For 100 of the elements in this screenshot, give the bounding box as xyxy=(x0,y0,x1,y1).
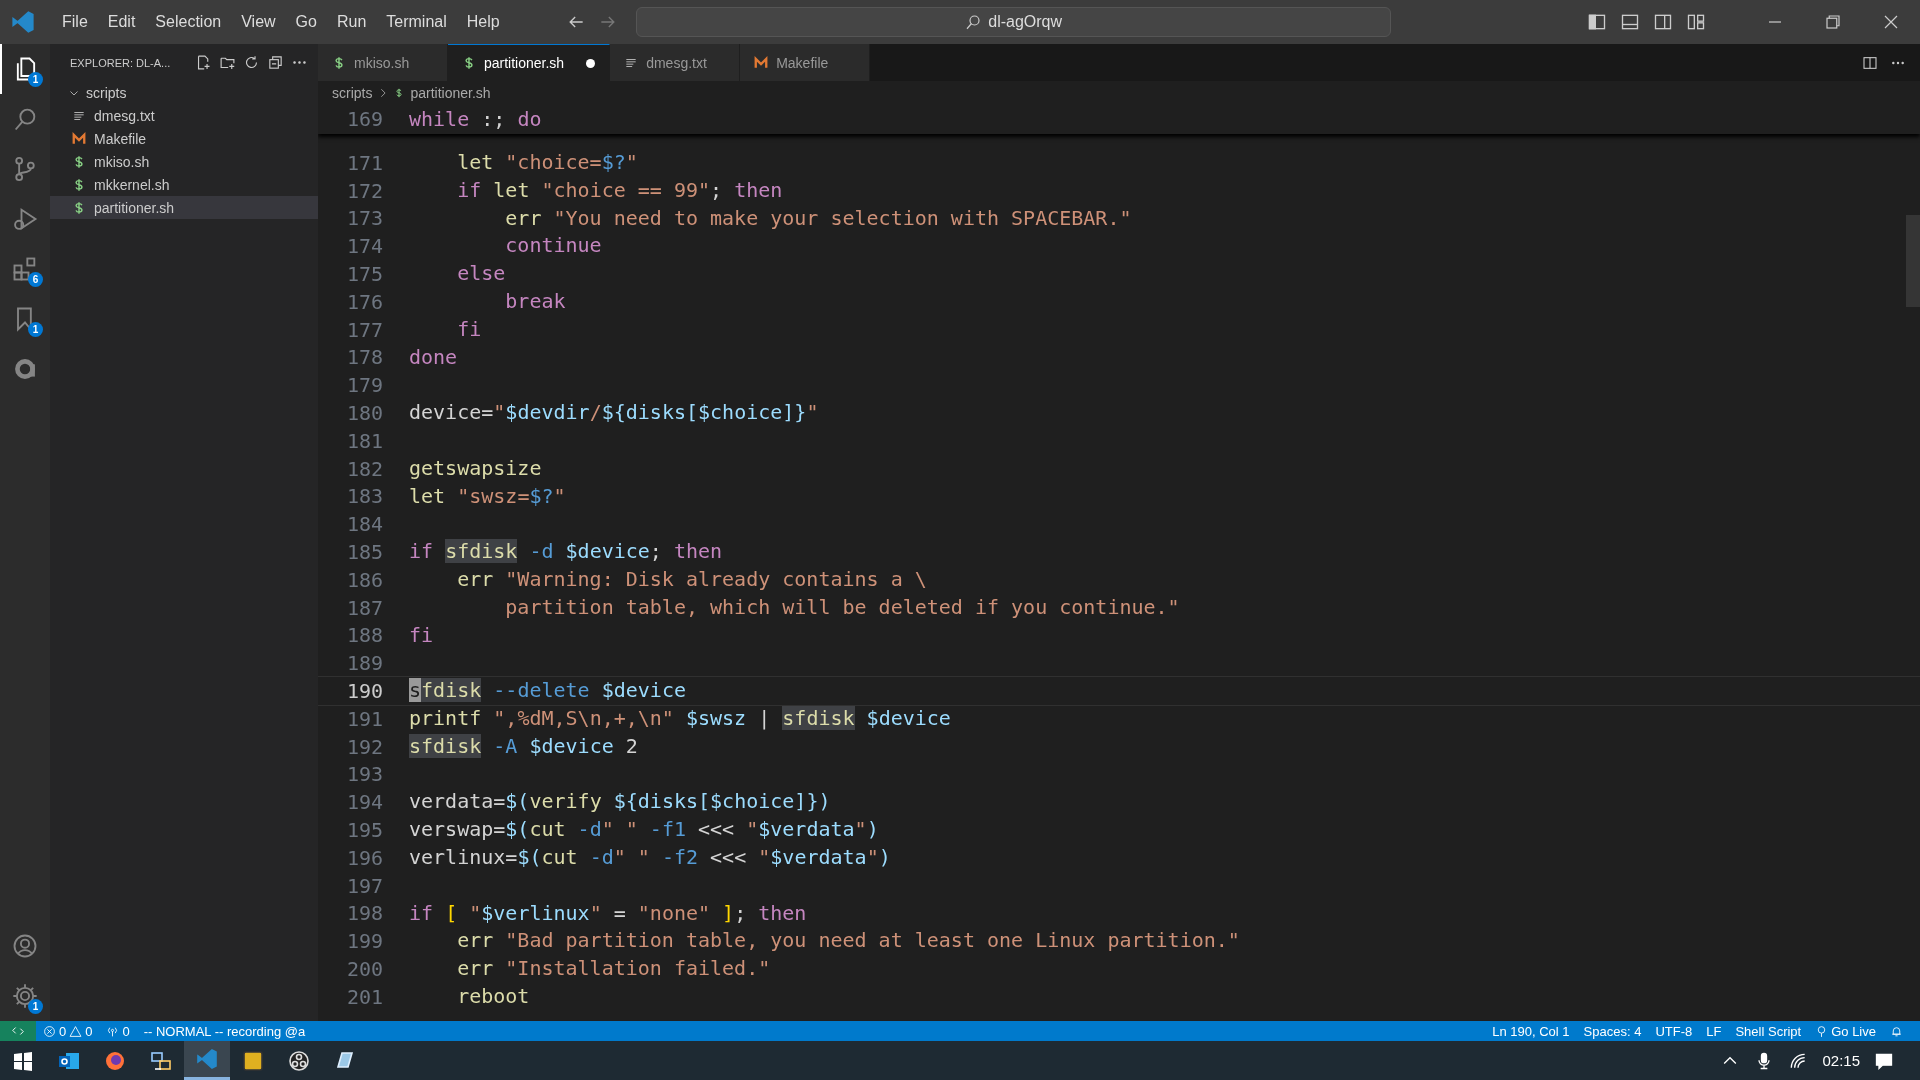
code-editor-icon[interactable] xyxy=(195,1047,219,1071)
dollar-icon xyxy=(72,177,86,192)
line-number: 189 xyxy=(345,651,383,676)
ports-button[interactable]: 0 xyxy=(99,1023,137,1039)
restore-icon[interactable] xyxy=(1824,13,1842,31)
code-line: verlinux=$(cut -d" " -f2 <<< "$verdata") xyxy=(409,843,891,871)
line-number: 200 xyxy=(345,957,383,981)
status-item[interactable]: Shell Script xyxy=(1728,1023,1809,1039)
line-number: 195 xyxy=(345,818,383,842)
dollar-icon xyxy=(394,88,405,98)
app-logo-icon xyxy=(10,9,36,35)
sidebar-title: EXPLORER: DL-A... xyxy=(70,56,172,69)
line-number: 184 xyxy=(345,512,383,537)
line-number: 173 xyxy=(345,206,383,231)
line-number: 199 xyxy=(345,929,383,954)
line-number: 186 xyxy=(345,567,383,592)
clock[interactable]: 02:15 xyxy=(1822,1052,1860,1069)
sidebar-toggle-icon[interactable] xyxy=(1587,12,1607,32)
chevron-icon xyxy=(378,88,389,98)
line-number: 183 xyxy=(345,484,383,509)
refresh-icon[interactable] xyxy=(243,54,260,71)
menu-item[interactable]: Selection xyxy=(145,9,232,35)
code-line: sfdisk -A $device 2 xyxy=(409,732,638,760)
notification-badge: 1 xyxy=(28,322,43,337)
code-line: else xyxy=(456,260,506,288)
breadcrumb-item[interactable]: scripts xyxy=(332,85,373,101)
warning-icon xyxy=(69,1024,83,1038)
menu-item[interactable]: File xyxy=(52,9,98,35)
menu-item[interactable]: Go xyxy=(285,9,327,35)
line-number: 198 xyxy=(345,901,383,926)
status-item[interactable]: Spaces: 4 xyxy=(1576,1023,1649,1039)
scp-app-icon[interactable] xyxy=(241,1048,265,1073)
status-item[interactable]: UTF-8 xyxy=(1648,1023,1700,1039)
dollar-icon xyxy=(462,56,476,70)
line-number: 169 xyxy=(345,107,383,132)
line-number: 194 xyxy=(345,790,383,815)
code-line: while :; do xyxy=(409,105,542,133)
line-number: 191 xyxy=(345,706,383,731)
line-number: 174 xyxy=(345,234,383,259)
line-number: 187 xyxy=(345,595,383,620)
menu-item[interactable]: Terminal xyxy=(376,9,457,35)
remote-icon xyxy=(11,1024,25,1038)
line-number: 190 xyxy=(345,679,383,704)
recorder-app-icon[interactable] xyxy=(287,1048,311,1073)
command-center[interactable]: dl-agOrqw xyxy=(635,7,1391,37)
line-number: 171 xyxy=(345,150,383,175)
code-line: fi xyxy=(409,621,434,649)
explorer-entry[interactable]: Makefile xyxy=(50,127,318,150)
menu-item[interactable]: Help xyxy=(456,9,510,35)
bell-icon[interactable] xyxy=(1890,1024,1903,1038)
code-line: let "choice=$?" xyxy=(456,149,638,176)
account-icon[interactable] xyxy=(11,932,39,960)
new-file-icon[interactable] xyxy=(195,54,212,71)
panel-toggle-icon[interactable] xyxy=(1620,12,1640,32)
status-item[interactable]: LF xyxy=(1699,1023,1729,1039)
breadcrumb-item[interactable]: partitioner.sh xyxy=(410,85,491,101)
explorer-entry[interactable]: mkkernel.sh xyxy=(50,173,318,196)
line-number: 179 xyxy=(345,373,383,398)
editor-tab[interactable]: Makefile xyxy=(740,44,871,81)
line-number: 178 xyxy=(345,345,383,370)
split-editor-icon[interactable] xyxy=(1862,54,1878,71)
vim-mode: -- NORMAL -- recording @a xyxy=(142,1023,307,1039)
close-icon[interactable] xyxy=(1882,13,1900,31)
code-line: verdata=$(verify ${disks[$choice]}) xyxy=(409,788,831,816)
explorer-entry[interactable]: dmesg.txt xyxy=(50,104,318,127)
line-number: 177 xyxy=(345,317,383,342)
status-item[interactable]: Ln 190, Col 1 xyxy=(1485,1023,1577,1039)
settings-icon[interactable] xyxy=(11,982,39,1010)
line-number: 192 xyxy=(345,734,383,759)
collapse-all-icon[interactable] xyxy=(267,54,284,71)
line-number: 201 xyxy=(345,984,383,1009)
explorer-entry[interactable]: mkiso.sh xyxy=(50,150,318,173)
menu-item[interactable]: Edit xyxy=(97,9,146,35)
explorer-entry[interactable]: partitioner.sh xyxy=(50,196,318,219)
menu-item[interactable]: Run xyxy=(326,9,377,35)
menu-item[interactable]: View xyxy=(231,9,286,35)
code-line: if let "choice == 99"; then xyxy=(456,176,783,204)
line-number: 176 xyxy=(345,289,383,314)
line-number: 180 xyxy=(345,401,383,426)
notification-badge: 1 xyxy=(28,72,43,87)
problems-button[interactable]: 0 0 xyxy=(36,1023,100,1039)
go-live-button[interactable]: Go Live xyxy=(1808,1023,1883,1039)
notification-badge: 1 xyxy=(28,999,43,1014)
code-line: done xyxy=(409,343,458,371)
line-number: 181 xyxy=(345,428,383,453)
code-line: err "Warning: Disk already contains a \ xyxy=(456,565,927,593)
secondary-sidebar-icon[interactable] xyxy=(1653,12,1673,32)
editor-tab[interactable]: mkiso.sh xyxy=(318,44,448,81)
search-icon xyxy=(964,13,983,31)
dollar-icon xyxy=(332,55,346,70)
code-line: fi xyxy=(456,315,482,343)
folder-item[interactable]: scripts xyxy=(50,81,318,104)
layout-icon[interactable] xyxy=(1686,12,1706,32)
editor-tab[interactable]: partitioner.sh xyxy=(448,44,611,81)
code-line: partition table, which will be deleted if you continue." xyxy=(504,593,1180,621)
editor-tab[interactable]: dmesg.txt xyxy=(610,44,741,81)
code-line: break xyxy=(504,288,566,315)
unsaved-dot-icon xyxy=(586,58,596,68)
code-line: err "Bad partition table, you need at least one Linux partition." xyxy=(456,927,1240,955)
line-number: 175 xyxy=(345,262,383,287)
